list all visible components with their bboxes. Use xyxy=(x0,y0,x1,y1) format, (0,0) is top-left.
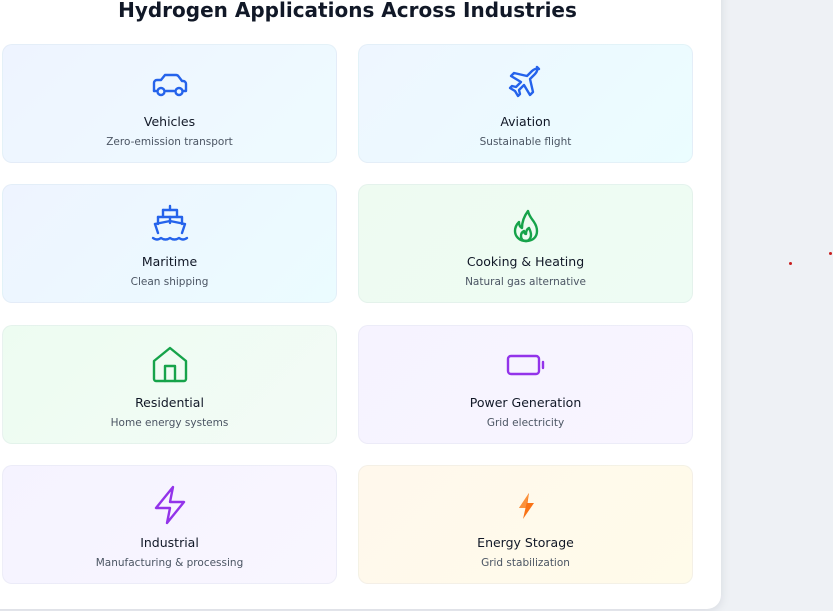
application-name: Residential xyxy=(135,395,204,410)
plane-icon xyxy=(504,62,548,106)
application-card-vehicles[interactable]: Vehicles Zero-emission transport xyxy=(2,44,337,163)
application-card-industrial[interactable]: Industrial Manufacturing & processing xyxy=(2,465,337,584)
application-card-energy-storage[interactable]: Energy Storage Grid stabilization xyxy=(358,465,693,584)
application-description: Home energy systems xyxy=(110,417,229,429)
application-card-residential[interactable]: Residential Home energy systems xyxy=(2,325,337,444)
lightning-emoji-icon xyxy=(504,483,548,527)
application-name: Maritime xyxy=(141,254,198,269)
application-name: Aviation xyxy=(500,114,551,129)
application-card-cooking-heating[interactable]: Cooking & Heating Natural gas alternativ… xyxy=(358,184,693,303)
application-name: Industrial xyxy=(140,535,199,550)
application-card-power-generation[interactable]: Power Generation Grid electricity xyxy=(358,325,693,444)
application-description: Grid electricity xyxy=(486,417,565,429)
section-title: Hydrogen Applications Across Industries xyxy=(118,0,577,22)
red-dot-marker xyxy=(829,252,832,255)
application-description: Manufacturing & processing xyxy=(95,557,244,569)
car-icon xyxy=(148,62,192,106)
application-description: Zero-emission transport xyxy=(106,136,233,148)
application-description: Sustainable flight xyxy=(479,136,572,148)
red-dot-marker xyxy=(789,262,792,265)
application-name: Cooking & Heating xyxy=(466,254,585,269)
application-description: Clean shipping xyxy=(130,276,209,288)
application-name: Vehicles xyxy=(143,114,196,129)
application-name: Energy Storage xyxy=(477,535,574,550)
flame-icon xyxy=(504,202,548,246)
battery-icon xyxy=(504,343,548,387)
house-icon xyxy=(148,343,192,387)
application-card-aviation[interactable]: Aviation Sustainable flight xyxy=(358,44,693,163)
application-card-maritime[interactable]: Maritime Clean shipping xyxy=(2,184,337,303)
application-description: Grid stabilization xyxy=(481,557,570,569)
ship-icon xyxy=(148,202,192,246)
lightning-icon xyxy=(148,483,192,527)
application-name: Power Generation xyxy=(469,395,582,410)
application-description: Natural gas alternative xyxy=(465,276,586,288)
